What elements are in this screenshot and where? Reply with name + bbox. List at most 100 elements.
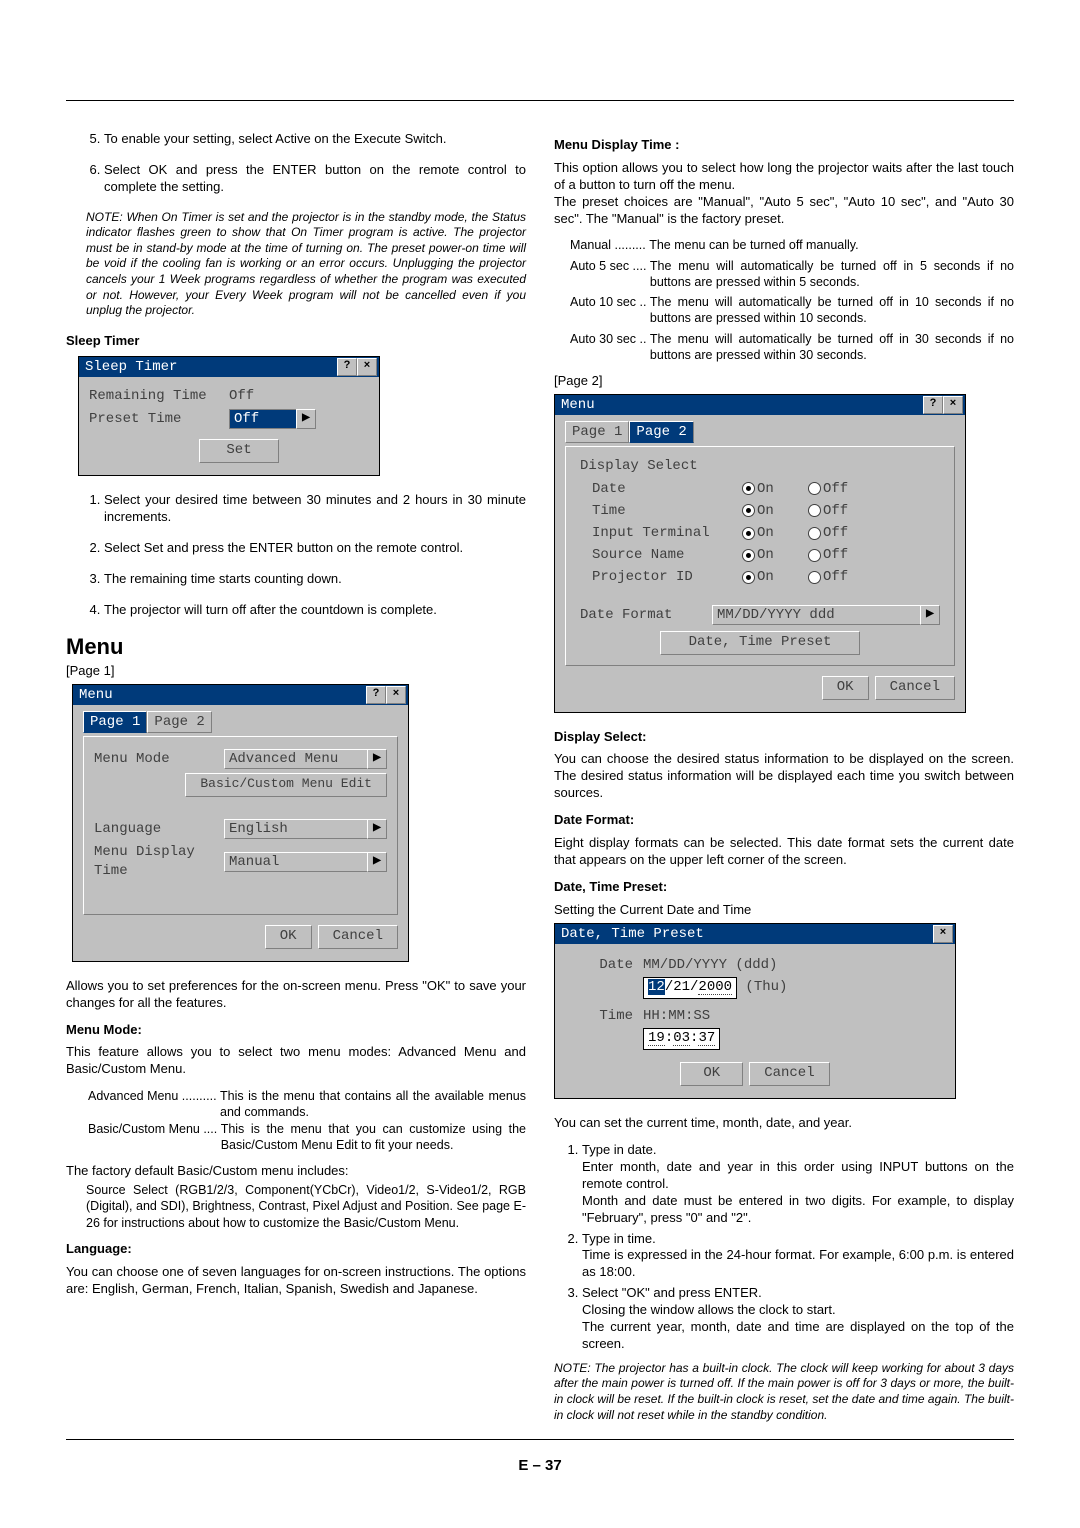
on-label: On <box>757 524 774 542</box>
date-format-text: Eight display formats can be selected. T… <box>554 835 1014 869</box>
display-select-row: Date On Off <box>580 480 940 498</box>
tab-page-1[interactable]: Page 1 <box>565 421 629 443</box>
date-time-preset-text: Setting the Current Date and Time <box>554 902 1014 919</box>
date-label: Date <box>575 956 643 974</box>
time-format-text: HH:MM:SS <box>643 1007 720 1025</box>
display-select-heading: Display Select: <box>554 729 1014 746</box>
menu-intro-text: Allows you to set preferences for the on… <box>66 978 526 1012</box>
language-label: Language <box>94 820 224 838</box>
tab-page-1[interactable]: Page 1 <box>83 711 147 733</box>
menu-display-time-label: Menu Display Time <box>94 843 224 879</box>
option-label: Date <box>580 480 742 498</box>
window-buttons: ? × <box>337 358 377 376</box>
radio-on[interactable] <box>742 527 755 540</box>
menu-page2-body: Page 1 Page 2 Display Select DateOnOffTi… <box>555 415 965 711</box>
dtp-step-2: Type in time. Time is expressed in the 2… <box>582 1231 1014 1282</box>
menu-page2-title: Menu <box>557 396 595 414</box>
sleep-step-1: Select your desired time between 30 minu… <box>104 492 526 526</box>
menu-mode-label: Menu Mode <box>94 750 224 768</box>
bottom-rule <box>66 1439 1014 1440</box>
window-buttons: × <box>933 925 953 943</box>
def-term: Auto 30 sec .. <box>570 331 650 364</box>
chevron-right-icon[interactable]: ▶ <box>367 749 387 769</box>
preset-time-label: Preset Time <box>89 410 229 428</box>
chevron-right-icon[interactable]: ▶ <box>367 819 387 839</box>
close-icon[interactable]: × <box>357 358 377 376</box>
off-label: Off <box>823 568 848 586</box>
def-desc: This is the menu that you can customize … <box>221 1121 526 1154</box>
display-select-row: Input TerminalOnOff <box>580 524 940 542</box>
dtp-step-1: Type in date. Enter month, date and year… <box>582 1142 1014 1226</box>
chevron-right-icon[interactable]: ▶ <box>367 852 387 872</box>
menu-display-time-heading: Menu Display Time : <box>554 137 1014 154</box>
manual-page: To enable your setting, select Active on… <box>0 0 1080 1506</box>
top-rule <box>66 100 1014 101</box>
language-dropdown[interactable]: English <box>224 819 368 839</box>
custom-menu-edit-button[interactable]: Basic/Custom Menu Edit <box>185 773 387 797</box>
radio-off[interactable] <box>808 549 821 562</box>
day-of-week: (Thu) <box>737 979 787 995</box>
preset-time-dropdown[interactable]: Off <box>229 409 297 429</box>
chevron-right-icon[interactable]: ▶ <box>296 409 316 429</box>
menu-mode-dropdown[interactable]: Advanced Menu <box>224 749 368 769</box>
close-icon[interactable]: × <box>943 396 963 414</box>
radio-on[interactable] <box>742 482 755 495</box>
cancel-button[interactable]: Cancel <box>875 676 955 700</box>
help-icon[interactable]: ? <box>366 686 386 704</box>
ok-button[interactable]: OK <box>680 1062 743 1086</box>
remaining-time-value: Off <box>229 387 289 405</box>
menu-page1-body: Page 1 Page 2 Menu Mode Advanced Menu ▶ <box>73 705 408 961</box>
option-label: Projector ID <box>580 568 742 586</box>
option-label: Source Name <box>580 546 742 564</box>
set-button[interactable]: Set <box>199 439 279 463</box>
sleep-step-3: The remaining time starts counting down. <box>104 571 526 588</box>
option-label: Time <box>580 502 742 520</box>
menu-page2-dialog: Menu ? × Page 1 Page 2 Display Select Da… <box>554 394 966 713</box>
radio-on[interactable] <box>742 504 755 517</box>
date-time-preset-button[interactable]: Date, Time Preset <box>660 631 861 655</box>
ok-button[interactable]: OK <box>822 676 869 700</box>
sleep-timer-body: Remaining Time Off Preset Time Off ▶ Set <box>79 377 379 475</box>
option-label: Input Terminal <box>580 524 742 542</box>
close-icon[interactable]: × <box>933 925 953 943</box>
close-icon[interactable]: × <box>386 686 406 704</box>
display-select-row: Time On Off <box>580 502 940 520</box>
chevron-right-icon[interactable]: ▶ <box>920 605 940 625</box>
cancel-button[interactable]: Cancel <box>318 925 398 949</box>
date-input[interactable]: 12/21/2000 <box>643 977 737 999</box>
help-icon[interactable]: ? <box>337 358 357 376</box>
def-term: Auto 10 sec .. <box>570 294 650 327</box>
tab-page-2[interactable]: Page 2 <box>147 711 211 733</box>
page-number: E – 37 <box>66 1456 1014 1476</box>
ok-button[interactable]: OK <box>265 925 312 949</box>
menu-page1-titlebar: Menu ? × <box>73 685 408 705</box>
clock-note: NOTE: The projector has a built-in clock… <box>554 1361 1014 1423</box>
sleep-timer-steps: Select your desired time between 30 minu… <box>86 492 526 618</box>
cancel-button[interactable]: Cancel <box>749 1062 829 1086</box>
date-format-heading: Date Format: <box>554 812 1014 829</box>
date-format-dropdown[interactable]: MM/DD/YYYY ddd <box>712 605 921 625</box>
factory-default-text: Source Select (RGB1/2/3, Component(YCbCr… <box>86 1182 526 1231</box>
radio-off[interactable] <box>808 527 821 540</box>
tab-page-2[interactable]: Page 2 <box>629 421 693 443</box>
menu-heading: Menu <box>66 633 526 662</box>
on-label: On <box>757 480 774 498</box>
on-label: On <box>757 502 774 520</box>
dtp-step-3: Select "OK" and press ENTER. Closing the… <box>582 1285 1014 1353</box>
time-input[interactable]: 19:03:37 <box>643 1028 720 1050</box>
help-icon[interactable]: ? <box>923 396 943 414</box>
menu-mode-definitions: Advanced Menu .......... This is the men… <box>88 1088 526 1153</box>
radio-off[interactable] <box>808 571 821 584</box>
off-label: Off <box>823 502 848 520</box>
radio-off[interactable] <box>808 482 821 495</box>
def-desc: The menu can be turned off manually. <box>649 237 1014 253</box>
page1-label: [Page 1] <box>66 663 526 680</box>
menu-display-time-dropdown[interactable]: Manual <box>224 852 368 872</box>
radio-on[interactable] <box>742 571 755 584</box>
sleep-step-2: Select Set and press the ENTER button on… <box>104 540 526 557</box>
off-label: Off <box>823 480 848 498</box>
menu-page1-title: Menu <box>75 686 113 704</box>
radio-off[interactable] <box>808 504 821 517</box>
mdt-definitions: Manual ......... The menu can be turned … <box>570 237 1014 363</box>
radio-on[interactable] <box>742 549 755 562</box>
